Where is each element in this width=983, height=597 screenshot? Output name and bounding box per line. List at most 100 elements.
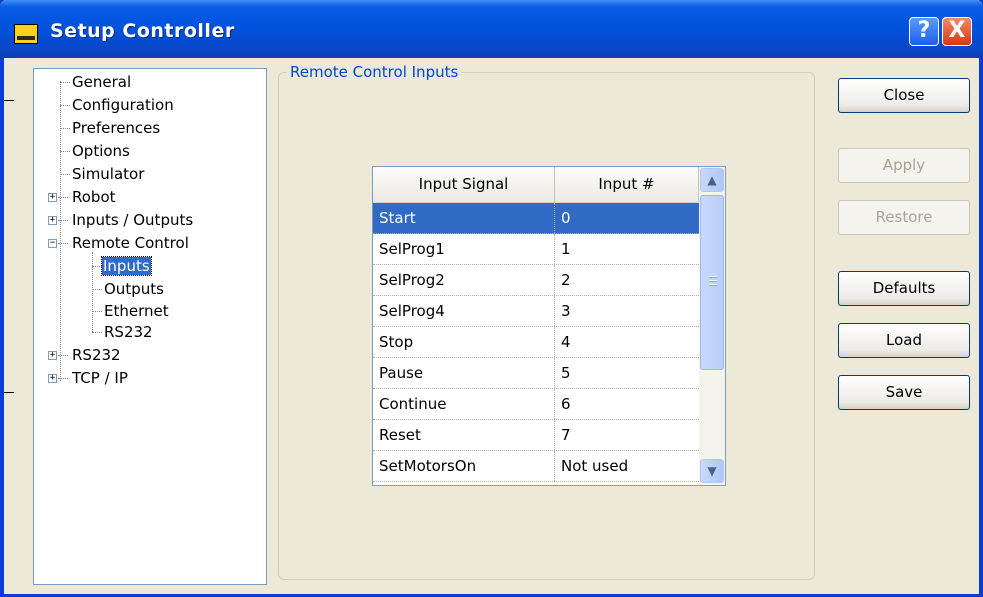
tree-line	[92, 311, 102, 312]
input-number-cell[interactable]: 0	[555, 203, 699, 233]
tree-line	[60, 82, 70, 83]
table-row[interactable]: Start 0	[373, 203, 699, 234]
table-row[interactable]: SelProg1 1	[373, 234, 699, 265]
table-row[interactable]: SelProg2 2	[373, 265, 699, 296]
input-number-cell[interactable]: 7	[555, 420, 699, 450]
table-row[interactable]: SetMotorsOn Not used	[373, 451, 699, 482]
signal-cell[interactable]: Reset	[373, 420, 555, 450]
tree-label: Remote Control	[72, 234, 189, 252]
expand-plus-icon[interactable]: +	[48, 193, 57, 202]
tree-line	[60, 105, 70, 106]
tree-item-rc-inputs[interactable]: Inputs	[101, 256, 152, 276]
tree-label: Inputs / Outputs	[72, 211, 194, 229]
input-number-cell[interactable]: 6	[555, 389, 699, 419]
table-row[interactable]: Stop 4	[373, 327, 699, 358]
tree-item-rc-ethernet[interactable]: Ethernet	[104, 302, 169, 320]
tree-label: Outputs	[104, 280, 164, 298]
tree-label: TCP / IP	[72, 369, 128, 387]
signal-cell[interactable]: SelProg1	[373, 234, 555, 264]
tree-line	[58, 355, 68, 356]
scroll-down-arrow-icon[interactable]: ▼	[700, 459, 724, 483]
signal-cell[interactable]: Continue	[373, 389, 555, 419]
expand-plus-icon[interactable]: +	[48, 374, 57, 383]
input-number-cell[interactable]: Not used	[555, 451, 699, 481]
tree-line	[58, 243, 68, 244]
signal-cell[interactable]: Stop	[373, 327, 555, 357]
tree-label: Configuration	[72, 96, 174, 114]
input-number-cell[interactable]: 1	[555, 234, 699, 264]
tree-item-rs232[interactable]: RS232	[72, 346, 121, 364]
table-row[interactable]: SelProg4 3	[373, 296, 699, 327]
tree-item-preferences[interactable]: Preferences	[72, 119, 160, 137]
scrollbar-thumb[interactable]	[700, 195, 724, 370]
tree-line	[92, 266, 102, 267]
tree-item-robot[interactable]: Robot	[72, 188, 116, 206]
edge-tick	[4, 392, 14, 393]
title-bar[interactable]: Setup Controller ? X	[0, 0, 983, 58]
signal-cell[interactable]: SelProg4	[373, 296, 555, 326]
input-number-cell[interactable]: 3	[555, 296, 699, 326]
defaults-button[interactable]: Defaults	[838, 271, 970, 306]
tree-line	[60, 81, 61, 381]
tree-label: RS232	[104, 323, 153, 341]
apply-button[interactable]: Apply	[838, 148, 970, 183]
tree-item-remote-control[interactable]: Remote Control	[72, 234, 189, 252]
expand-plus-icon[interactable]: +	[48, 351, 57, 360]
restore-button[interactable]: Restore	[838, 200, 970, 235]
save-button[interactable]: Save	[838, 375, 970, 410]
tree-line	[60, 151, 70, 152]
tree-item-rc-rs232[interactable]: RS232	[104, 323, 153, 341]
tree-label: Ethernet	[104, 302, 169, 320]
tree-item-inputs-outputs[interactable]: Inputs / Outputs	[72, 211, 193, 229]
grip-line	[709, 276, 717, 278]
tree-item-options[interactable]: Options	[72, 142, 130, 160]
table-row[interactable]: Pause 5	[373, 358, 699, 389]
tree-line	[60, 174, 70, 175]
tree-label: Options	[72, 142, 130, 160]
window-title: Setup Controller	[50, 20, 235, 42]
app-icon	[14, 24, 38, 44]
tree-line	[58, 220, 68, 221]
scroll-up-arrow-icon[interactable]: ▲	[700, 168, 724, 192]
tree-item-simulator[interactable]: Simulator	[72, 165, 144, 183]
input-number-cell[interactable]: 4	[555, 327, 699, 357]
edge-tick	[4, 100, 14, 101]
signal-cell[interactable]: SetMotorsOn	[373, 451, 555, 481]
collapse-minus-icon[interactable]: −	[48, 239, 57, 248]
tree-label: Robot	[72, 188, 116, 206]
inputs-grid[interactable]: Input Signal Input # Start 0 SelProg1 1 …	[372, 166, 726, 486]
load-button[interactable]: Load	[838, 323, 970, 358]
tree-label: Preferences	[72, 119, 161, 137]
column-header-input-signal[interactable]: Input Signal	[373, 167, 555, 202]
tree-line	[92, 289, 102, 290]
tree-item-configuration[interactable]: Configuration	[72, 96, 174, 114]
column-header-input-number[interactable]: Input #	[555, 167, 699, 202]
help-button[interactable]: ?	[909, 17, 939, 46]
tree-label: General	[72, 73, 132, 91]
settings-tree[interactable]: General Configuration Preferences Option…	[33, 68, 267, 585]
input-number-cell[interactable]: 5	[555, 358, 699, 388]
grid-header: Input Signal Input #	[373, 167, 699, 204]
tree-item-tcpip[interactable]: TCP / IP	[72, 369, 128, 387]
window-close-button[interactable]: X	[942, 17, 972, 46]
expand-plus-icon[interactable]: +	[48, 216, 57, 225]
tree-line	[58, 197, 68, 198]
table-row[interactable]: Continue 6	[373, 389, 699, 420]
grip-line	[709, 284, 717, 286]
input-number-cell[interactable]: 2	[555, 265, 699, 295]
tree-line	[58, 378, 68, 379]
tree-item-general[interactable]: General	[72, 73, 131, 91]
tree-line	[92, 252, 93, 332]
vertical-scrollbar[interactable]: ▲ ▼	[699, 167, 725, 485]
group-title: Remote Control Inputs	[287, 63, 462, 81]
close-button[interactable]: Close	[838, 78, 970, 113]
table-row[interactable]: Reset 7	[373, 420, 699, 451]
signal-cell[interactable]: Start	[373, 203, 555, 233]
tree-label: RS232	[72, 346, 121, 364]
tree-line	[92, 332, 102, 333]
tree-label: Inputs	[101, 256, 152, 276]
tree-line	[60, 128, 70, 129]
signal-cell[interactable]: SelProg2	[373, 265, 555, 295]
signal-cell[interactable]: Pause	[373, 358, 555, 388]
tree-item-rc-outputs[interactable]: Outputs	[104, 280, 164, 298]
